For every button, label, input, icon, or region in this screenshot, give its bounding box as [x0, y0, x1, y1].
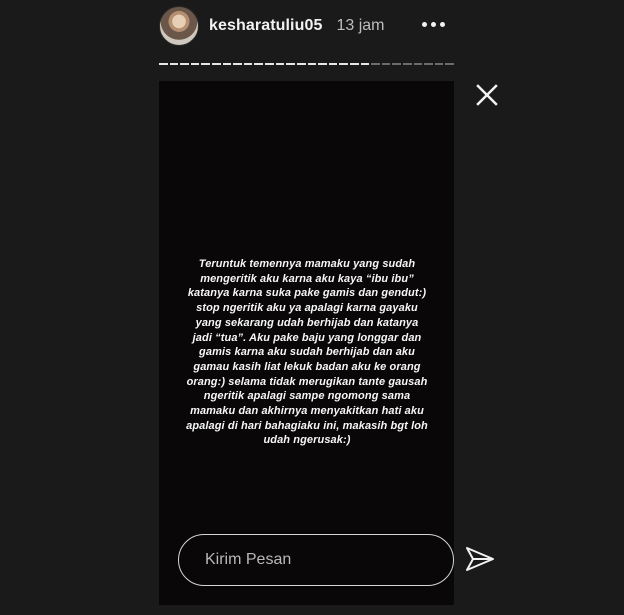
progress-segment	[413, 63, 423, 65]
progress-segment	[254, 63, 264, 65]
story-progress-bar	[159, 63, 455, 65]
progress-segment	[169, 63, 179, 65]
progress-segment	[339, 63, 348, 65]
progress-segment	[349, 63, 359, 65]
progress-segment	[318, 63, 327, 65]
story-header: kesharatuliu05 13 jam	[159, 6, 459, 46]
reply-field[interactable]	[178, 534, 454, 586]
progress-segment	[307, 63, 317, 65]
close-icon[interactable]	[474, 82, 500, 108]
progress-segment	[233, 63, 242, 65]
progress-segment	[371, 63, 380, 65]
progress-segment	[296, 63, 306, 65]
progress-segment	[159, 63, 168, 65]
progress-segment	[275, 63, 285, 65]
avatar[interactable]	[159, 6, 199, 46]
progress-segment	[434, 63, 444, 65]
timestamp: 13 jam	[336, 17, 385, 34]
progress-segment	[328, 63, 338, 65]
progress-segment	[286, 63, 295, 65]
send-icon[interactable]	[464, 545, 496, 573]
story-viewer: kesharatuliu05 13 jam Teruntuk temennya …	[0, 0, 624, 615]
progress-segment	[243, 63, 253, 65]
progress-segment	[190, 63, 200, 65]
message-input[interactable]	[203, 550, 427, 570]
progress-segment	[265, 63, 274, 65]
progress-segment	[201, 63, 211, 65]
more-options-icon[interactable]	[418, 10, 448, 38]
story-text: Teruntuk temennya mamaku yang sudah meng…	[186, 258, 428, 447]
username[interactable]: kesharatuliu05	[209, 17, 322, 35]
progress-segment	[392, 63, 402, 65]
progress-segment	[180, 63, 189, 65]
progress-segment	[445, 63, 455, 65]
progress-segment	[360, 63, 370, 65]
progress-segment	[212, 63, 221, 65]
story-media[interactable]: Teruntuk temennya mamaku yang sudah meng…	[159, 81, 454, 605]
progress-segment	[381, 63, 391, 65]
progress-segment	[424, 63, 433, 65]
progress-segment	[222, 63, 232, 65]
progress-segment	[403, 63, 412, 65]
